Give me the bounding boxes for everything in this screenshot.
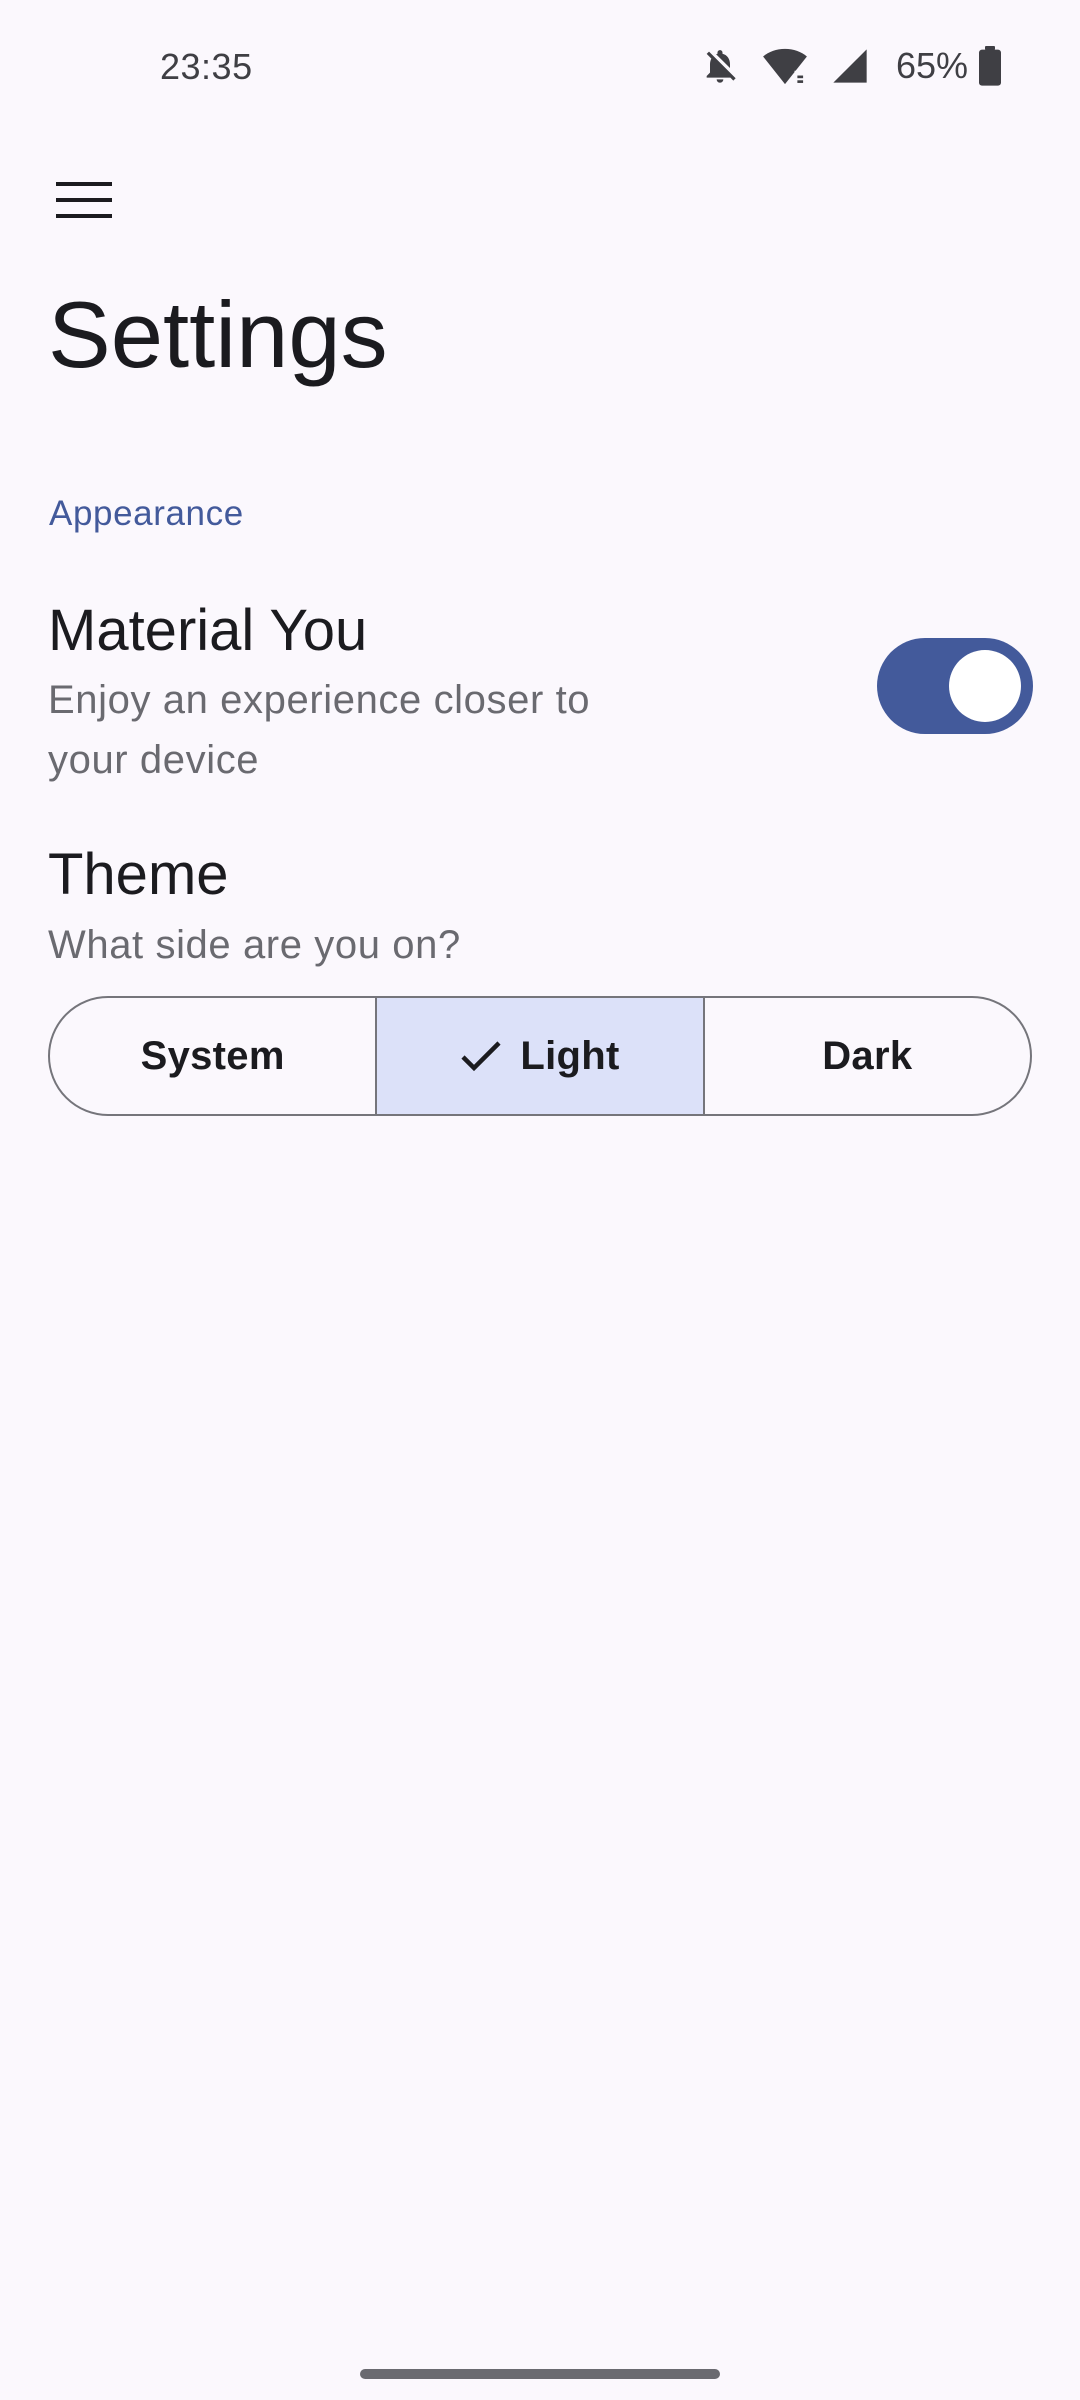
theme-option-dark[interactable]: Dark [702, 998, 1030, 1114]
battery-icon [978, 46, 1002, 86]
status-icons: 65% [700, 44, 1002, 88]
bell-off-icon [700, 46, 740, 86]
material-you-title: Material You [48, 598, 368, 663]
theme-option-light[interactable]: Light [375, 998, 703, 1114]
section-header-appearance: Appearance [49, 494, 244, 533]
material-you-subtitle: Enjoy an experience closer to your devic… [48, 678, 591, 782]
check-icon [460, 1039, 502, 1073]
status-bar: 23:35 65% [0, 0, 1080, 140]
material-you-setting[interactable]: Material You Enjoy an experience closer … [0, 580, 1080, 800]
theme-option-label: System [140, 1033, 285, 1078]
wifi-icon [762, 46, 808, 86]
page-title: Settings [48, 282, 388, 387]
settings-screen: 23:35 65% Settings Appearance Material Y… [0, 0, 1080, 2400]
status-time: 23:35 [160, 46, 253, 87]
theme-option-system[interactable]: System [50, 998, 375, 1114]
material-you-switch[interactable] [877, 638, 1033, 734]
theme-segmented-control: System Light Dark [48, 996, 1032, 1116]
gesture-nav-handle[interactable] [360, 2369, 720, 2379]
theme-option-label: Light [520, 1033, 620, 1078]
theme-title: Theme [48, 842, 229, 907]
battery-percent: 65% [895, 45, 968, 86]
theme-subtitle: What side are you on? [48, 923, 461, 967]
hamburger-menu-icon [56, 180, 112, 225]
switch-thumb [949, 650, 1021, 722]
theme-option-label: Dark [822, 1033, 913, 1078]
menu-button[interactable] [40, 162, 128, 242]
cell-signal-icon [830, 46, 870, 86]
